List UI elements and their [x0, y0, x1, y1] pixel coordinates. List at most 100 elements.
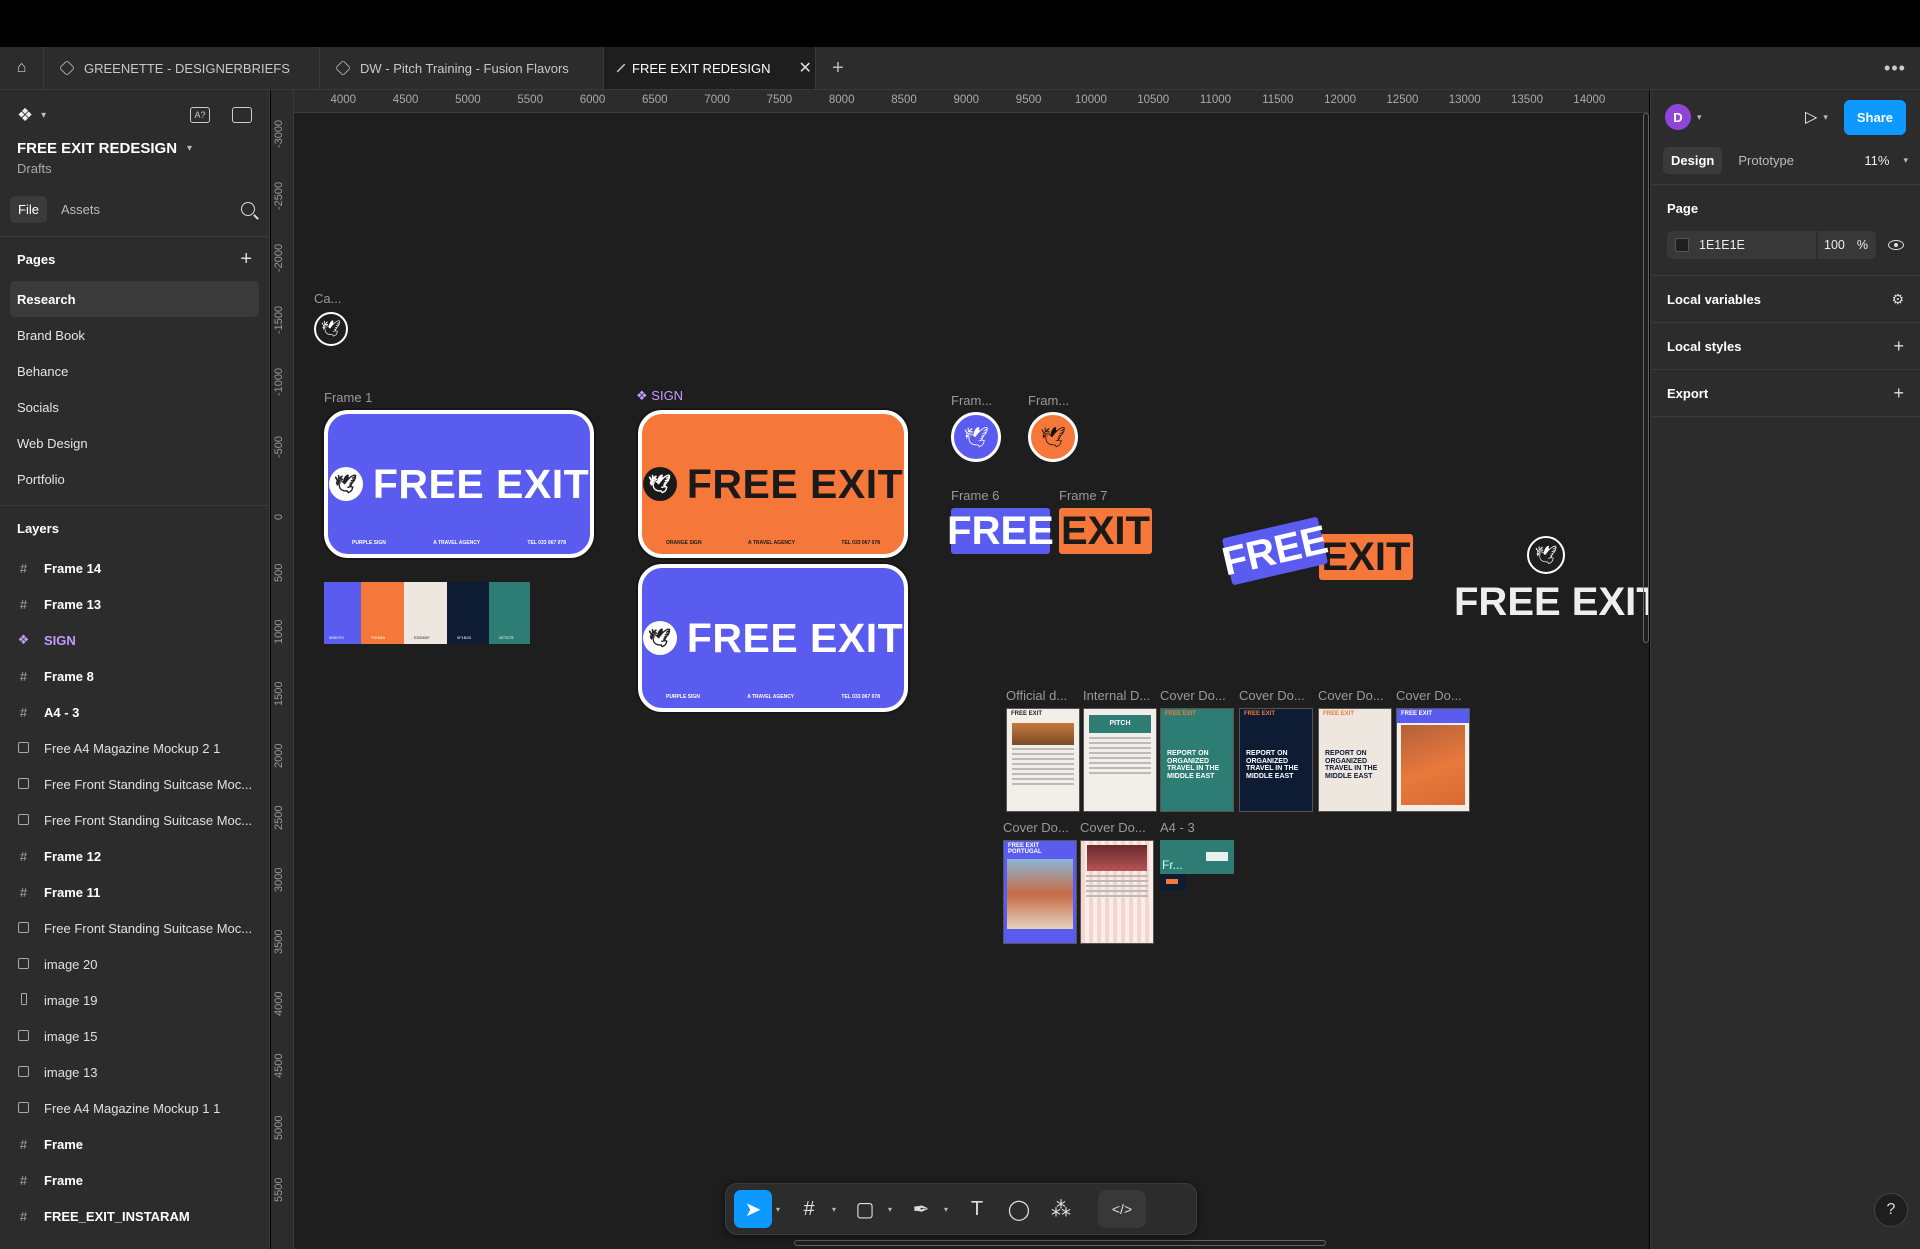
layer-item[interactable]: # Frame	[0, 1162, 269, 1198]
present-play-icon[interactable]: ▷	[1805, 107, 1817, 127]
layer-item[interactable]: # A4 - 3	[0, 694, 269, 730]
frame-label-frame1[interactable]: Frame 1	[324, 390, 372, 405]
a4-3-frame[interactable]: Fr...	[1160, 840, 1234, 874]
tab-greenette[interactable]: GREENETTE - DESIGNERBRIEFS	[44, 47, 320, 89]
avatar[interactable]: D	[1665, 104, 1691, 130]
file-title[interactable]: FREE EXIT REDESIGN ▾	[0, 140, 269, 157]
layer-item[interactable]: ❖ SIGN	[0, 622, 269, 658]
share-button[interactable]: Share	[1843, 99, 1906, 135]
text-ai-icon[interactable]: A?	[190, 107, 210, 123]
cover-document-desert[interactable]: FREE EXIT	[1396, 708, 1470, 812]
bird-logo-icon[interactable]: 🕊	[1527, 536, 1565, 574]
dev-mode-toggle[interactable]: </>	[1098, 1190, 1146, 1228]
cover-document-striped[interactable]	[1080, 840, 1154, 944]
local-styles-section[interactable]: Local styles +	[1651, 323, 1920, 369]
layer-item[interactable]: image 13	[0, 1054, 269, 1090]
pen-tool-button[interactable]: ✒	[902, 1190, 940, 1228]
variables-adjust-icon[interactable]: ⚙	[1891, 291, 1904, 308]
page-opacity-field[interactable]: 100 %	[1818, 231, 1876, 259]
color-swatch[interactable]	[1675, 238, 1689, 252]
figma-logo-icon[interactable]: ❖	[17, 105, 33, 126]
visibility-eye-icon[interactable]	[1888, 240, 1904, 250]
page-color-field[interactable]: 1E1E1E	[1667, 231, 1816, 259]
internal-document[interactable]: PITCH	[1083, 708, 1157, 812]
purple-sign-frame[interactable]: 🕊 FREE EXIT PURPLE SIGN A TRAVEL AGENCY T…	[324, 410, 594, 558]
plus-icon[interactable]: +	[1893, 336, 1904, 357]
comment-tool-button[interactable]: ◯	[1000, 1190, 1038, 1228]
page-item[interactable]: Research	[10, 281, 259, 317]
more-menu-button[interactable]: •••	[1870, 47, 1920, 89]
add-page-button[interactable]: +	[240, 248, 252, 271]
vertical-scrollbar[interactable]	[1643, 113, 1649, 643]
cover-document-navy[interactable]: FREE EXIT REPORT ON ORGANIZED TRAVEL IN …	[1239, 708, 1313, 812]
bird-logo-icon[interactable]: 🕊	[314, 312, 348, 346]
home-tab-button[interactable]: ⌂	[0, 47, 44, 89]
chevron-down-icon[interactable]: ▾	[1823, 112, 1828, 123]
frame-label-cover3[interactable]: Cover Do...	[1318, 688, 1384, 703]
text-tool-button[interactable]: T	[958, 1190, 996, 1228]
color-palette[interactable]: 5B5CF0 F5783A EDE8DF 0F1B33 2E7D75	[324, 582, 530, 644]
page-item[interactable]: Socials	[10, 389, 259, 425]
layer-item[interactable]: # FREE_EXIT_INSTARAM	[0, 1198, 269, 1234]
orange-sign[interactable]: 🕊 FREE EXIT ORANGE SIGN A TRAVEL AGENCY T…	[638, 410, 908, 558]
orange-badge[interactable]: 🕊	[1028, 412, 1078, 462]
page-item[interactable]: Portfolio	[10, 461, 259, 497]
layer-item[interactable]: # Frame 11	[0, 874, 269, 910]
export-section[interactable]: Export +	[1651, 370, 1920, 416]
exit-tilted-box[interactable]: EXIT	[1319, 534, 1413, 580]
new-tab-button[interactable]: +	[816, 47, 860, 89]
official-document[interactable]: FREE EXIT	[1006, 708, 1080, 812]
chevron-down-icon[interactable]: ▾	[944, 1205, 954, 1214]
free-tilted-box[interactable]: FREE	[1218, 516, 1332, 586]
free-word-frame[interactable]: FREE	[947, 508, 1054, 554]
close-icon[interactable]: ✕	[798, 58, 811, 78]
frame-label-official[interactable]: Official d...	[1006, 688, 1067, 703]
cover-document-portugal[interactable]: FREE EXIT PORTUGAL	[1003, 840, 1077, 944]
tab-prototype[interactable]: Prototype	[1730, 147, 1802, 174]
frame-label-frame7[interactable]: Frame 7	[1059, 488, 1107, 503]
chevron-down-icon[interactable]: ▾	[888, 1205, 898, 1214]
layer-item[interactable]: image 19	[0, 982, 269, 1018]
purple-sign[interactable]: 🕊 FREE EXIT PURPLE SIGN A TRAVEL AGENCY T…	[638, 564, 908, 712]
page-item[interactable]: Brand Book	[10, 317, 259, 353]
tab-assets[interactable]: Assets	[53, 196, 108, 223]
page-item[interactable]: Web Design	[10, 425, 259, 461]
shape-tool-button[interactable]: ▢	[846, 1190, 884, 1228]
chevron-down-icon[interactable]: ▾	[832, 1205, 842, 1214]
frame-label-a4-3[interactable]: A4 - 3	[1160, 820, 1195, 835]
layer-item[interactable]: # Frame 14	[0, 550, 269, 586]
layer-item[interactable]: # Frame 13	[0, 586, 269, 622]
chevron-down-icon[interactable]: ▾	[776, 1205, 786, 1214]
frame-label-fram-a[interactable]: Fram...	[951, 393, 992, 408]
brand-wordmark-large[interactable]: FREE EXIT	[1454, 580, 1649, 625]
frame-tool-button[interactable]: #	[790, 1190, 828, 1228]
plus-icon[interactable]: +	[1893, 383, 1904, 404]
layer-item[interactable]: # Frame 8	[0, 658, 269, 694]
file-location[interactable]: Drafts	[0, 157, 269, 176]
layer-item[interactable]: # Frame 12	[0, 838, 269, 874]
layer-item[interactable]: # Frame	[0, 1126, 269, 1162]
exit-word-frame[interactable]: EXIT	[1059, 508, 1152, 554]
chevron-down-icon[interactable]: ▾	[41, 110, 46, 121]
actions-tool-button[interactable]: ⁂	[1042, 1190, 1080, 1228]
local-variables-section[interactable]: Local variables ⚙	[1651, 276, 1920, 322]
purple-badge[interactable]: 🕊	[951, 412, 1001, 462]
frame-label-frame6[interactable]: Frame 6	[951, 488, 999, 503]
a4-3-thumbnail[interactable]	[1160, 874, 1186, 890]
sidebar-toggle-icon[interactable]	[232, 107, 252, 123]
layer-item[interactable]: Free A4 Magazine Mockup 2 1	[0, 730, 269, 766]
cover-document-cream[interactable]: FREE EXIT REPORT ON ORGANIZED TRAVEL IN …	[1318, 708, 1392, 812]
frame-label-ca[interactable]: Ca...	[314, 291, 341, 306]
cover-document-teal[interactable]: FREE EXIT REPORT ON ORGANIZED TRAVEL IN …	[1160, 708, 1234, 812]
tab-dw-pitch[interactable]: DW - Pitch Training - Fusion Flavors	[320, 47, 604, 89]
frame-label-internal[interactable]: Internal D...	[1083, 688, 1150, 703]
move-tool-button[interactable]: ➤	[734, 1190, 772, 1228]
tab-design[interactable]: Design	[1663, 146, 1723, 174]
frame-label-cover6[interactable]: Cover Do...	[1080, 820, 1146, 835]
frame-label-cover2[interactable]: Cover Do...	[1239, 688, 1305, 703]
layer-item[interactable]: image 15	[0, 1018, 269, 1054]
page-item[interactable]: Behance	[10, 353, 259, 389]
tab-free-exit-redesign[interactable]: FREE EXIT REDESIGN ✕	[604, 47, 816, 89]
horizontal-scrollbar[interactable]	[794, 1240, 1326, 1246]
layer-item[interactable]: Free Front Standing Suitcase Moc...	[0, 766, 269, 802]
